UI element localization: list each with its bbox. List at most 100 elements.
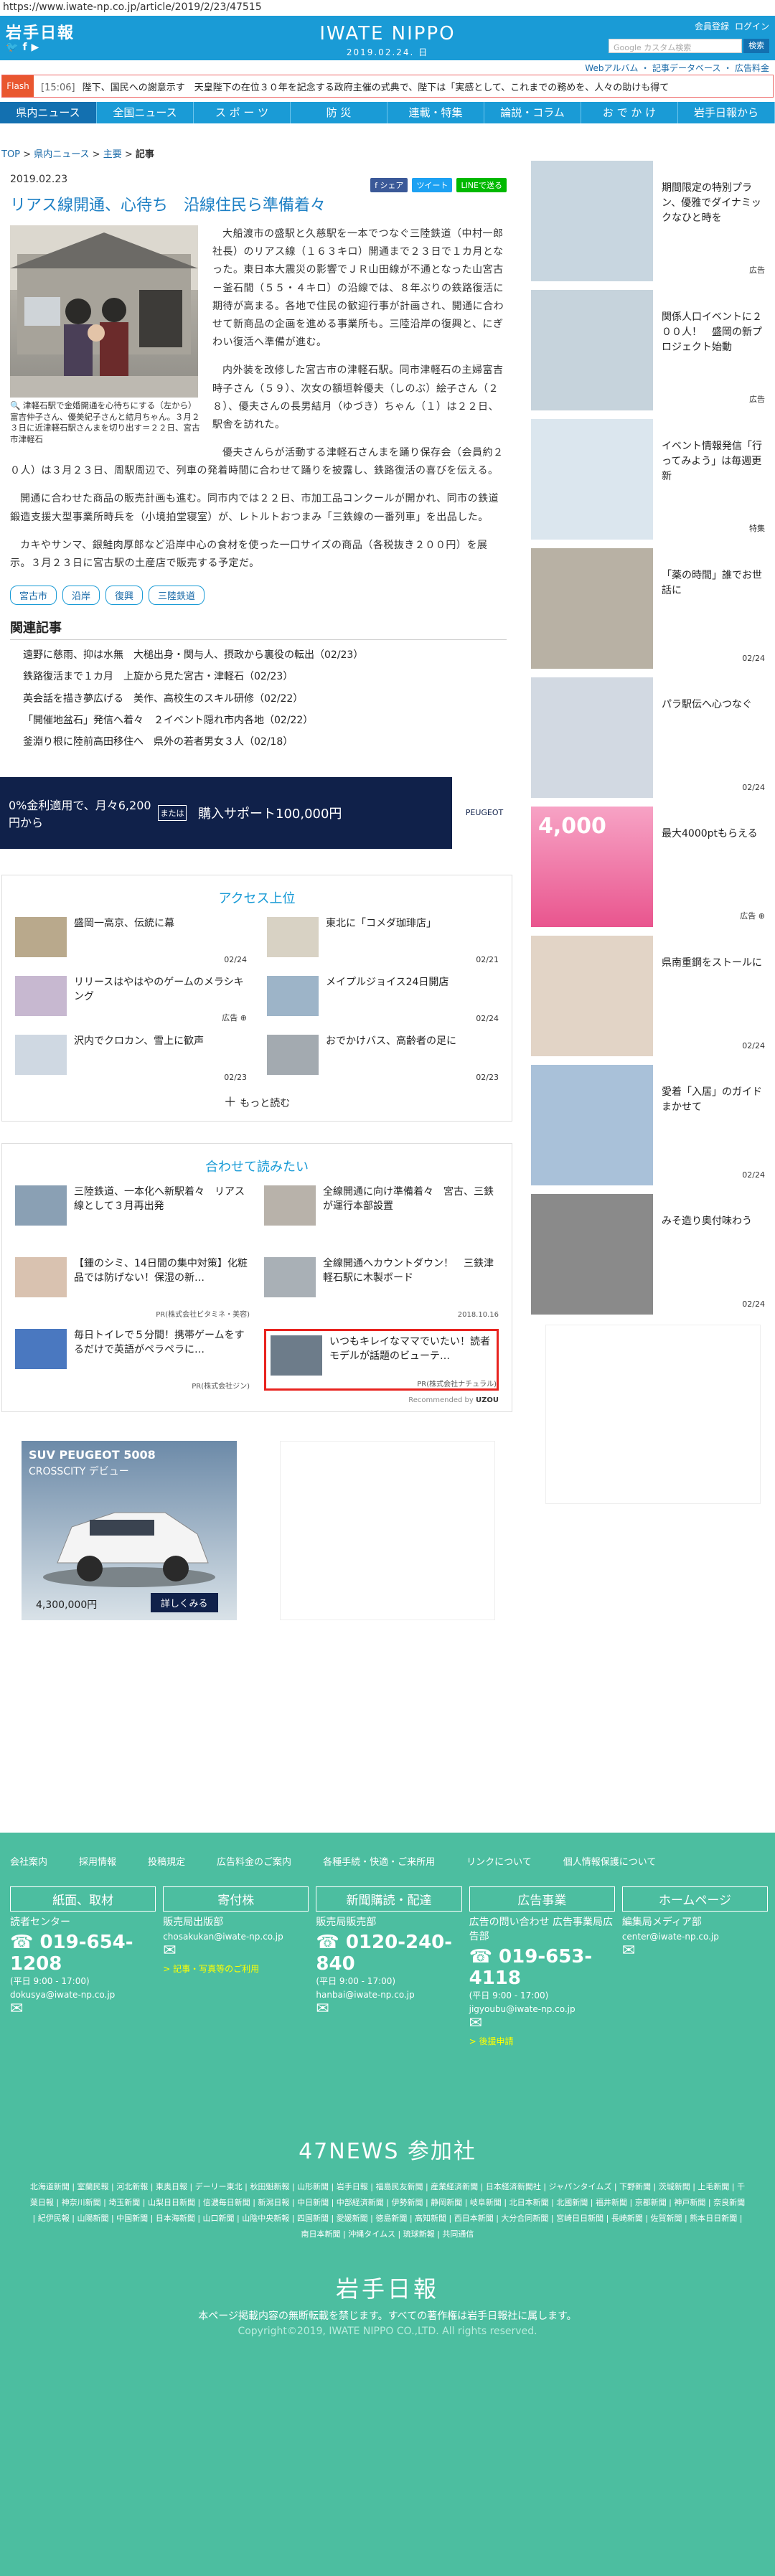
flash-headline[interactable]: 陛下、国民への謝意示す 天皇陛下の在位３０年を記念する政府主催の式典で、陛下は「…	[83, 83, 669, 93]
article-photo[interactable]	[10, 225, 198, 398]
recommend-item[interactable]: 全線開通へカウントダウン！ 三鉄津軽石駅に木製ボード 2018.10.16	[264, 1257, 499, 1319]
url-bar[interactable]: https://www.iwate-np.co.jp/article/2019/…	[0, 0, 775, 16]
nav-item-3[interactable]: 防 災	[291, 102, 388, 123]
recommend-thumbnail[interactable]	[15, 1185, 67, 1226]
side-thumbnail[interactable]: 4,000	[531, 807, 653, 927]
recommend-item[interactable]: 毎日トイレで５分間！携帯ゲームをするだけで英語がペラペラに… PR(株式会社ジン)	[15, 1329, 250, 1391]
breadcrumb-main[interactable]: 主要	[103, 149, 122, 160]
nav-item-5[interactable]: 論説・コラム	[484, 102, 581, 123]
side-article[interactable]: 県南重鋼をストールに 02/24	[531, 936, 769, 1056]
side-headline[interactable]: イベント情報発信「行ってみよう」は毎週更新	[662, 419, 769, 540]
footer-link[interactable]: 広告料金のご案内	[217, 1854, 291, 1868]
nav-item-1[interactable]: 全国ニュース	[97, 102, 194, 123]
nav-item-2[interactable]: ス ポ ー ツ	[194, 102, 291, 123]
tweet-button[interactable]: ツイート	[412, 178, 453, 192]
footer-mail[interactable]: jigyoubu@iwate-np.co.jp	[469, 2004, 615, 2014]
footer-phone[interactable]: ☎ 019-653-4118	[469, 1946, 615, 1989]
footer-mail[interactable]: dokusya@iwate-np.co.jp	[10, 1990, 156, 2000]
related-link[interactable]: 鉄路復活まで１カ月 上旋から見た宮古・津軽石（02/23）	[10, 666, 507, 687]
blank-ad[interactable]	[280, 1441, 495, 1621]
suv-cta-button[interactable]: 詳しくみる	[151, 1593, 218, 1613]
login-link[interactable]: ログイン	[735, 20, 769, 32]
footer-link[interactable]: 会社案内	[10, 1854, 47, 1868]
side-headline[interactable]: パラ駅伝へ心つなぐ	[662, 677, 752, 798]
recommend-item[interactable]: 【鍾のシミ、14日間の集中対策】化粧品では防げない！保湿の新… PR(株式会社ビタ…	[15, 1257, 250, 1319]
access-headline[interactable]: 盛岡一高京、伝統に幕	[74, 917, 174, 964]
access-thumbnail[interactable]	[267, 917, 319, 958]
side-headline[interactable]: 愛着「入居」のガイドまかせて	[662, 1065, 769, 1185]
side-headline[interactable]: みそ造り奥付味わう	[662, 1194, 752, 1315]
side-thumbnail[interactable]	[531, 1065, 653, 1185]
search-button[interactable]: 検索	[743, 39, 769, 53]
access-item[interactable]: 沢内でクロカン、雪上に歓声 02/23	[15, 1035, 247, 1082]
side-headline[interactable]: 県南重鋼をストールに	[662, 936, 762, 1056]
mail-icon[interactable]: ✉	[163, 1942, 309, 1960]
peugeot-ad-banner[interactable]: 0%金利適用で、月々6,200円から または 購入サポート100,000円 PE…	[0, 777, 517, 850]
nav-item-0[interactable]: 県内ニュース	[0, 102, 97, 123]
access-item[interactable]: リリースはやはやのゲームのメラシキング 広告 ⊕	[15, 976, 247, 1023]
footer-column-head[interactable]: 寄付株	[163, 1886, 309, 1912]
side-headline[interactable]: 「薬の時間」誰でお世話に	[662, 548, 769, 669]
footer-mail[interactable]: hanbai@iwate-np.co.jp	[316, 1990, 461, 2000]
mail-icon[interactable]: ✉	[469, 2014, 615, 2032]
flash-text[interactable]: [15:06] 陛下、国民への謝意示す 天皇陛下の在位３０年を記念する政府主催の…	[34, 80, 669, 93]
side-thumbnail[interactable]	[531, 548, 653, 669]
center-logo[interactable]: IWATE NIPPO	[301, 23, 474, 44]
recommend-thumbnail[interactable]	[271, 1335, 322, 1376]
site-logo[interactable]: 岩手日報	[6, 20, 75, 43]
access-headline[interactable]: 沢内でクロカン、雪上に歓声	[74, 1035, 204, 1082]
peugeot-suv-ad[interactable]: SUV PEUGEOT 5008 CROSSCITY デビュー 4,300,00…	[22, 1441, 237, 1621]
breadcrumb-prefecture[interactable]: 県内ニュース	[34, 149, 89, 160]
side-thumbnail[interactable]	[531, 936, 653, 1056]
twitter-icon[interactable]: 🐦	[6, 42, 18, 53]
recommend-thumbnail[interactable]	[264, 1185, 316, 1226]
side-thumbnail[interactable]	[531, 1194, 653, 1315]
access-headline[interactable]: おでかけバス、高齢者の足に	[326, 1035, 456, 1082]
footer-link[interactable]: 各種手続・快適・ご来所用	[323, 1854, 435, 1868]
footer-link[interactable]: リンクについて	[466, 1854, 532, 1868]
recommend-headline[interactable]: 全線開通に向け準備着々 宮古、三鉄が運行本部設置	[323, 1185, 499, 1247]
side-thumbnail[interactable]	[531, 419, 653, 540]
footer-link[interactable]: 採用情報	[79, 1854, 116, 1868]
footer-column-link[interactable]: > 後援申請	[469, 2035, 615, 2047]
facebook-icon[interactable]: f	[22, 42, 27, 53]
nav-item-7[interactable]: 岩手日報から	[678, 102, 775, 123]
nav-item-6[interactable]: お で か け	[581, 102, 678, 123]
footer-phone[interactable]: ☎ 0120-240-840	[316, 1932, 461, 1975]
side-thumbnail[interactable]	[531, 290, 653, 410]
article-tag[interactable]: 沿岸	[62, 586, 100, 606]
access-item[interactable]: 東北に「コメダ珈琲店」 02/21	[267, 917, 499, 964]
related-link[interactable]: 「開催地盆石」発信へ着々 ２イベント隠れ市内各地（02/22）	[10, 710, 507, 731]
recommend-item[interactable]: 三陸鉄道、一本化へ新駅着々 リアス線として３月再出発	[15, 1185, 250, 1247]
side-headline[interactable]: 関係人口イベントに２００人！ 盛岡の新プロジェクト始動	[662, 290, 769, 410]
side-thumbnail[interactable]	[531, 161, 653, 281]
recommend-headline[interactable]: いつもキレイなママでいたい！読者モデルが話題のビューテ…	[329, 1335, 492, 1384]
line-share-button[interactable]: LINEで送る	[456, 178, 507, 192]
footer-column-head[interactable]: 新聞購読・配達	[316, 1886, 462, 1912]
nav-item-4[interactable]: 連載・特集	[388, 102, 484, 123]
mail-icon[interactable]: ✉	[622, 1942, 768, 1960]
footer-column-head[interactable]: 紙面、取材	[10, 1886, 156, 1912]
article-tag[interactable]: 宮古市	[10, 586, 57, 606]
recommend-headline[interactable]: 全線開通へカウントダウン！ 三鉄津軽石駅に木製ボード	[323, 1257, 499, 1319]
recommend-item[interactable]: いつもキレイなママでいたい！読者モデルが話題のビューテ… PR(株式会社ナチュラル…	[264, 1329, 499, 1391]
side-article[interactable]: 関係人口イベントに２００人！ 盛岡の新プロジェクト始動 広告	[531, 290, 769, 410]
access-headline[interactable]: リリースはやはやのゲームのメラシキング	[74, 976, 247, 1023]
side-article[interactable]: 愛着「入居」のガイドまかせて 02/24	[531, 1065, 769, 1185]
access-headline[interactable]: メイプルジョイス24日開店	[326, 976, 448, 1023]
side-article[interactable]: 期間限定の特別プラン、優雅でダイナミックなひと時を 広告	[531, 161, 769, 281]
side-advertisement[interactable]	[545, 1325, 761, 1504]
article-tag[interactable]: 三陸鉄道	[149, 586, 205, 606]
breadcrumb-top[interactable]: TOP	[1, 149, 20, 160]
side-thumbnail[interactable]	[531, 677, 653, 798]
footer-link[interactable]: 投稿規定	[148, 1854, 185, 1868]
access-thumbnail[interactable]	[267, 1035, 319, 1076]
youtube-icon[interactable]: ▶	[32, 42, 39, 53]
side-article[interactable]: イベント情報発信「行ってみよう」は毎週更新 特集	[531, 419, 769, 540]
related-link[interactable]: 釜淵り根に陸前高田移住へ 県外の若者男女３人（02/18）	[10, 731, 507, 753]
access-item[interactable]: おでかけバス、高齢者の足に 02/23	[267, 1035, 499, 1082]
access-item[interactable]: メイプルジョイス24日開店 02/24	[267, 976, 499, 1023]
mail-icon[interactable]: ✉	[316, 2000, 461, 2018]
recommend-item[interactable]: 全線開通に向け準備着々 宮古、三鉄が運行本部設置	[264, 1185, 499, 1247]
footer-mail[interactable]: center@iwate-np.co.jp	[622, 1932, 768, 1942]
